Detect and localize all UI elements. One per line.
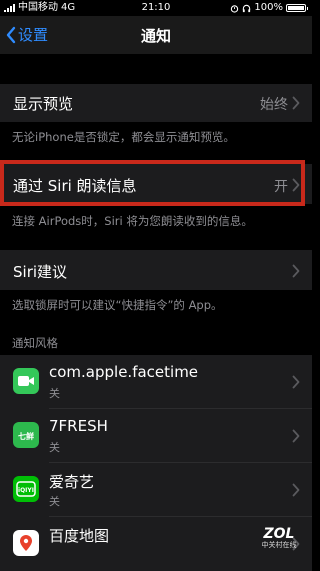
iqiyi-icon: iQIYI — [13, 476, 39, 502]
siri-suggestions-label: Siri建议 — [13, 263, 68, 281]
facetime-icon — [13, 368, 39, 394]
app-name: 百度地图 — [49, 527, 110, 545]
7fresh-icon: 七鲜 — [13, 422, 39, 448]
notification-style-header: 通知风格 — [12, 336, 58, 350]
chevron-right-icon — [292, 375, 300, 389]
status-right: 100% — [230, 0, 308, 16]
baidu-map-icon — [13, 530, 39, 556]
7fresh-icon-text: 七鲜 — [18, 431, 34, 441]
app-row-iqiyi[interactable]: iQIYI 爱奇艺 关 — [0, 463, 312, 517]
watermark-sub: 中关村在线 — [261, 541, 297, 549]
show-preview-value: 始终 — [260, 97, 288, 113]
show-preview-footer: 无论iPhone是否锁定，都会显示通知预览。 — [12, 130, 235, 144]
page-title: 通知 — [140, 27, 171, 45]
zol-watermark: ZOL 中关村在线 — [252, 526, 306, 550]
siri-announce-footer: 连接 AirPods时，Siri 将为您朗读收到的信息。 — [12, 214, 253, 228]
app-status: 关 — [49, 495, 60, 508]
chevron-right-icon — [292, 96, 300, 110]
app-name: 爱奇艺 — [49, 473, 95, 491]
app-name: com.apple.facetime — [49, 363, 199, 381]
alarm-icon — [231, 4, 239, 13]
show-preview-label: 显示预览 — [13, 95, 74, 113]
siri-suggestions-footer: 选取锁屏时可以建议“快捷指令”的 App。 — [12, 298, 223, 312]
app-status: 关 — [49, 387, 60, 400]
chevron-right-icon — [292, 429, 300, 443]
chevron-right-icon — [292, 483, 300, 497]
app-row-facetime[interactable]: com.apple.facetime 关 — [0, 355, 312, 409]
battery-percent: 100% — [254, 2, 283, 13]
battery-icon — [286, 4, 308, 12]
battery-fill — [288, 6, 304, 10]
status-bar: 中国移动 4G 21:10 100% — [0, 0, 312, 16]
highlight-frame — [0, 160, 305, 206]
navigation-bar: 设置 通知 — [0, 16, 312, 54]
show-preview-cell[interactable]: 显示预览 始终 — [0, 84, 312, 122]
siri-suggestions-cell[interactable]: Siri建议 — [0, 250, 312, 290]
headphones-icon — [243, 4, 251, 12]
chevron-right-icon — [292, 264, 300, 278]
app-status: 关 — [49, 441, 60, 454]
app-name: 7FRESH — [49, 417, 108, 435]
app-row-7fresh[interactable]: 七鲜 7FRESH 关 — [0, 409, 312, 463]
iqiyi-icon-text: iQIYI — [18, 487, 34, 494]
